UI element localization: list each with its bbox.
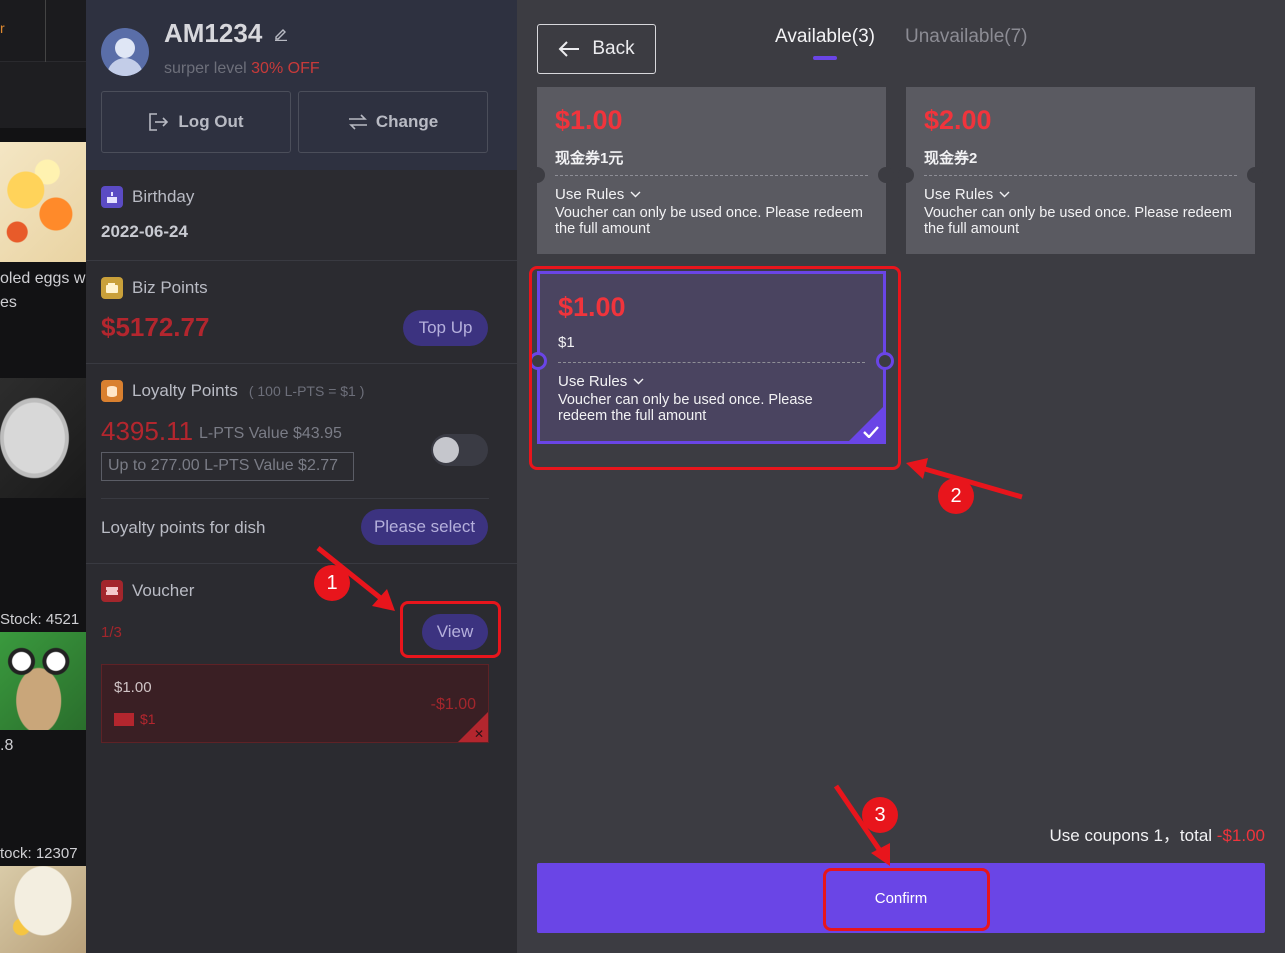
- strip-band: [0, 62, 86, 128]
- birthday-value: 2022-06-24: [101, 222, 188, 241]
- swap-icon: [348, 114, 367, 130]
- loyalty-points-label: Loyalty Points ( 100 L-PTS = $1 ): [101, 380, 364, 402]
- logout-button[interactable]: Log Out: [101, 91, 291, 153]
- applied-voucher-name: $1: [114, 711, 156, 727]
- view-voucher-button[interactable]: View: [422, 614, 488, 650]
- chevron-down-icon: [630, 191, 641, 198]
- divider: [86, 563, 517, 564]
- use-rules-toggle[interactable]: Use Rules: [924, 186, 1010, 203]
- coupon-description: Voucher can only be used once. Please re…: [924, 205, 1232, 237]
- loyalty-points-value: 4395.11: [101, 416, 194, 446]
- change-account-button[interactable]: Change: [298, 91, 488, 153]
- ticket-icon: [101, 580, 123, 602]
- arrow-left-icon: [558, 41, 580, 57]
- coupon-name: 现金券1元: [555, 150, 624, 167]
- wallet-icon: [101, 277, 123, 299]
- app-root: r oled eggs w es Stock: 4521 .8 tock: 12…: [0, 0, 1285, 953]
- avatar: [101, 28, 149, 76]
- strip-top-cell: [0, 0, 46, 62]
- chevron-down-icon: [633, 378, 644, 385]
- biz-points-value: $5172.77: [101, 312, 210, 342]
- please-select-button[interactable]: Please select: [361, 509, 488, 545]
- use-rules-toggle[interactable]: Use Rules: [555, 186, 641, 203]
- divider: [86, 363, 517, 364]
- cake-icon: [101, 186, 123, 208]
- coupon-description: Voucher can only be used once. Please re…: [555, 205, 863, 237]
- coupon-name: $1: [558, 334, 575, 351]
- member-header: AM1234 surper level 30% OFF Log Out Chan…: [86, 0, 517, 170]
- coupon-amount: $1.00: [558, 292, 626, 322]
- loyalty-points-value-note: L-PTS Value $43.95: [199, 425, 342, 442]
- back-label: Back: [592, 38, 635, 59]
- ticket-icon: [114, 712, 134, 726]
- chevron-down-icon: [999, 191, 1010, 198]
- member-level: surper level 30% OFF: [164, 60, 320, 78]
- coupon-description: Voucher can only be used once. Please re…: [558, 392, 813, 424]
- loyalty-rate-note: ( 100 L-PTS = $1 ): [248, 383, 365, 399]
- applied-voucher-amount: $1.00: [114, 679, 152, 696]
- confirm-button[interactable]: Confirm: [537, 863, 1265, 933]
- member-panel: AM1234 surper level 30% OFF Log Out Chan…: [86, 0, 517, 953]
- username: AM1234: [164, 18, 263, 48]
- change-label: Change: [375, 112, 439, 131]
- coupon-amount: $2.00: [924, 105, 992, 135]
- coupon-divider: [924, 175, 1237, 176]
- back-button[interactable]: Back: [537, 24, 656, 74]
- coupon-card[interactable]: $1.00 现金券1元 Use Rules Voucher can only b…: [529, 87, 894, 254]
- coupon-divider: [558, 362, 865, 363]
- dish-image-eggs[interactable]: [0, 142, 86, 262]
- coupon-card[interactable]: $2.00 现金券2 Use Rules Voucher can only be…: [898, 87, 1263, 254]
- strip-top-bar: r: [0, 0, 86, 62]
- logout-icon: [149, 113, 169, 131]
- dish-image-sketch[interactable]: [0, 378, 86, 498]
- loyalty-toggle[interactable]: [431, 434, 488, 466]
- level-discount: 30% OFF: [251, 60, 320, 77]
- dish-name-fragment: es: [0, 294, 17, 311]
- use-rules-toggle[interactable]: Use Rules: [558, 373, 644, 390]
- coins-icon: [101, 380, 123, 402]
- active-tab-indicator: [813, 56, 837, 60]
- annotation-step-2: 2: [938, 478, 974, 514]
- top-up-button[interactable]: Top Up: [403, 310, 488, 346]
- dish-name-fragment: oled eggs w: [0, 270, 86, 287]
- applied-voucher-card[interactable]: $1.00 $1 -$1.00 ✕: [101, 664, 489, 743]
- tab-available[interactable]: Available(3): [775, 26, 875, 48]
- loyalty-dish-label: Loyalty points for dish: [101, 518, 266, 537]
- level-prefix: surper level: [164, 60, 247, 77]
- menu-background-strip: r oled eggs w es Stock: 4521 .8 tock: 12…: [0, 0, 86, 953]
- coupon-divider: [555, 175, 868, 176]
- dish-stock-fragment: tock: 12307: [0, 845, 78, 862]
- divider: [86, 260, 517, 261]
- biz-points-label: Biz Points: [101, 277, 208, 299]
- voucher-label: Voucher: [101, 580, 194, 602]
- summary-total: -$1.00: [1216, 826, 1265, 845]
- dish-price-fragment: .8: [0, 737, 14, 754]
- dish-image-noodles[interactable]: [0, 866, 86, 953]
- summary-text: Use coupons 1，total: [1049, 826, 1213, 845]
- voucher-selection-panel: Back Available(3) Unavailable(7) $1.00 现…: [517, 0, 1285, 953]
- dish-image-owl[interactable]: [0, 632, 86, 730]
- checkmark-icon: [863, 426, 879, 438]
- coupon-summary: Use coupons 1，total -$1.00: [1050, 821, 1265, 846]
- edit-icon[interactable]: [274, 27, 288, 41]
- loyalty-limit-box: Up to 277.00 L-PTS Value $2.77: [101, 452, 354, 481]
- divider: [101, 498, 489, 499]
- coupon-card-selected[interactable]: $1.00 $1 Use Rules Voucher can only be u…: [529, 271, 894, 444]
- logout-label: Log Out: [178, 112, 244, 131]
- voucher-count: 1/3: [101, 624, 122, 641]
- tab-unavailable[interactable]: Unavailable(7): [905, 26, 1028, 48]
- coupon-name: 现金券2: [924, 150, 978, 167]
- annotation-step-3: 3: [862, 797, 898, 833]
- dish-stock-fragment: Stock: 4521: [0, 611, 80, 628]
- coupon-amount: $1.00: [555, 105, 623, 135]
- annotation-step-1: 1: [314, 565, 350, 601]
- birthday-label: Birthday: [101, 186, 194, 208]
- close-icon[interactable]: ✕: [474, 727, 484, 741]
